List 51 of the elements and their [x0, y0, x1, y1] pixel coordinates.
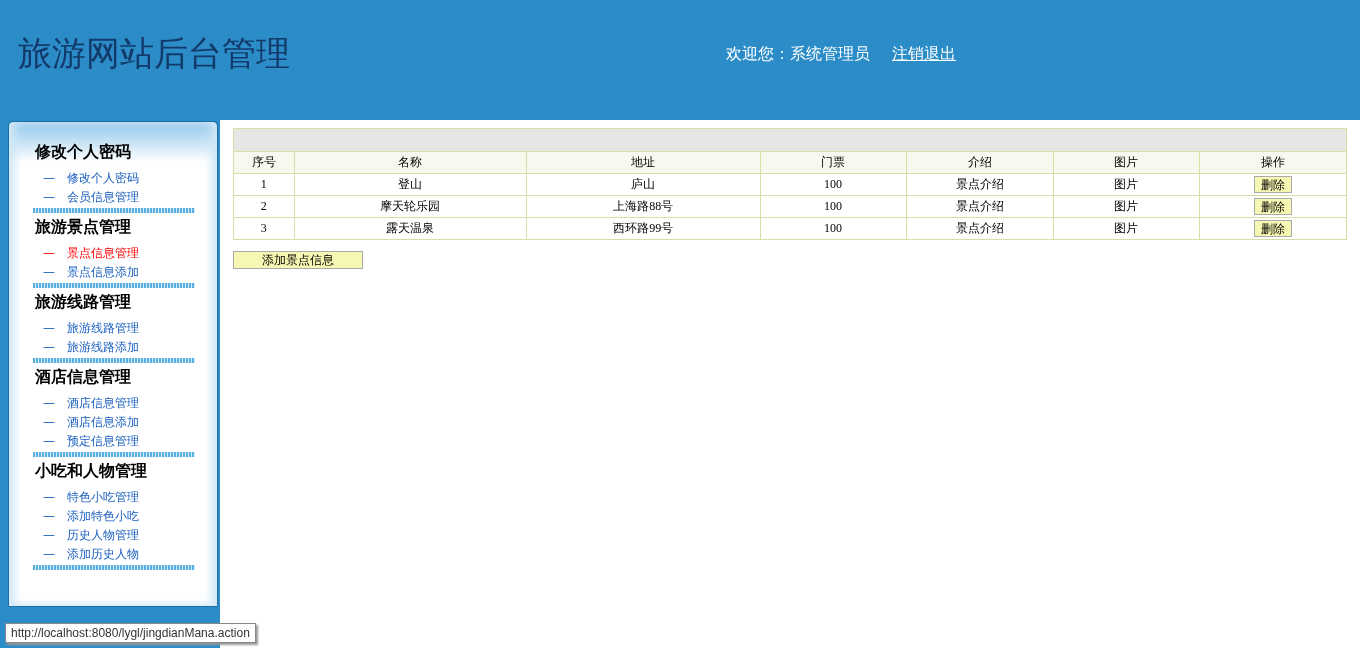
table-cell: 景点介绍: [906, 173, 1054, 196]
menu-group-title: 旅游景点管理: [35, 217, 132, 237]
add-button[interactable]: 添加景点信息: [233, 251, 363, 269]
menu-item[interactable]: — 会员信息管理: [43, 189, 217, 204]
menu-group-title: 修改个人密码: [35, 142, 132, 162]
column-header: 门票: [760, 151, 907, 174]
table-cell: 庐山: [526, 173, 761, 196]
table-cell: 100: [760, 195, 907, 218]
menu-group-title: 小吃和人物管理: [35, 461, 148, 481]
table-cell: 景点介绍: [906, 217, 1054, 240]
table-cell: 摩天轮乐园: [294, 195, 527, 218]
column-header: 图片: [1053, 151, 1200, 174]
table-cell: 图片: [1053, 217, 1200, 240]
column-header: 名称: [294, 151, 527, 174]
table-cell: 3: [233, 217, 295, 240]
delete-button[interactable]: 删除: [1253, 220, 1292, 237]
table-cell: 100: [760, 217, 907, 240]
table-cell: 上海路88号: [526, 195, 761, 218]
column-header: 介绍: [906, 151, 1054, 174]
column-header: 地址: [526, 151, 761, 174]
logout-link[interactable]: 注销退出: [892, 43, 956, 65]
column-header: 操作: [1199, 151, 1347, 174]
menu-item[interactable]: — 旅游线路添加: [43, 339, 217, 354]
table-cell: 100: [760, 173, 907, 196]
table-cell: 景点介绍: [906, 195, 1054, 218]
table-cell: 西环路99号: [526, 217, 761, 240]
menu-item[interactable]: — 添加历史人物: [43, 546, 217, 561]
menu-item[interactable]: — 特色小吃管理: [43, 489, 217, 504]
delete-button[interactable]: 删除: [1253, 198, 1292, 215]
delete-button[interactable]: 删除: [1253, 176, 1292, 193]
menu-item[interactable]: — 景点信息管理: [43, 245, 217, 260]
table-cell: 登山: [294, 173, 527, 196]
status-url-tooltip: http://localhost:8080/lygl/jingdianMana.action: [5, 623, 256, 643]
menu-group-title: 酒店信息管理: [35, 367, 132, 387]
table-cell: 2: [233, 195, 295, 218]
table-cell: 1: [233, 173, 295, 196]
welcome-text: 欢迎您：系统管理员: [726, 43, 870, 64]
menu-item[interactable]: — 旅游线路管理: [43, 320, 217, 335]
table-cell: 露天温泉: [294, 217, 527, 240]
column-header: 序号: [233, 151, 295, 174]
menu-item[interactable]: — 添加特色小吃: [43, 508, 217, 523]
menu-item[interactable]: — 酒店信息添加: [43, 414, 217, 429]
menu-item[interactable]: — 景点信息添加: [43, 264, 217, 279]
site-title: 旅游网站后台管理: [18, 33, 291, 74]
menu-item[interactable]: — 历史人物管理: [43, 527, 217, 542]
table-cell: 图片: [1053, 173, 1200, 196]
menu-item[interactable]: — 预定信息管理: [43, 433, 217, 448]
menu-group-title: 旅游线路管理: [35, 292, 132, 312]
menu-item[interactable]: — 修改个人密码: [43, 170, 217, 185]
menu-item[interactable]: — 酒店信息管理: [43, 395, 217, 410]
table-cell: 图片: [1053, 195, 1200, 218]
